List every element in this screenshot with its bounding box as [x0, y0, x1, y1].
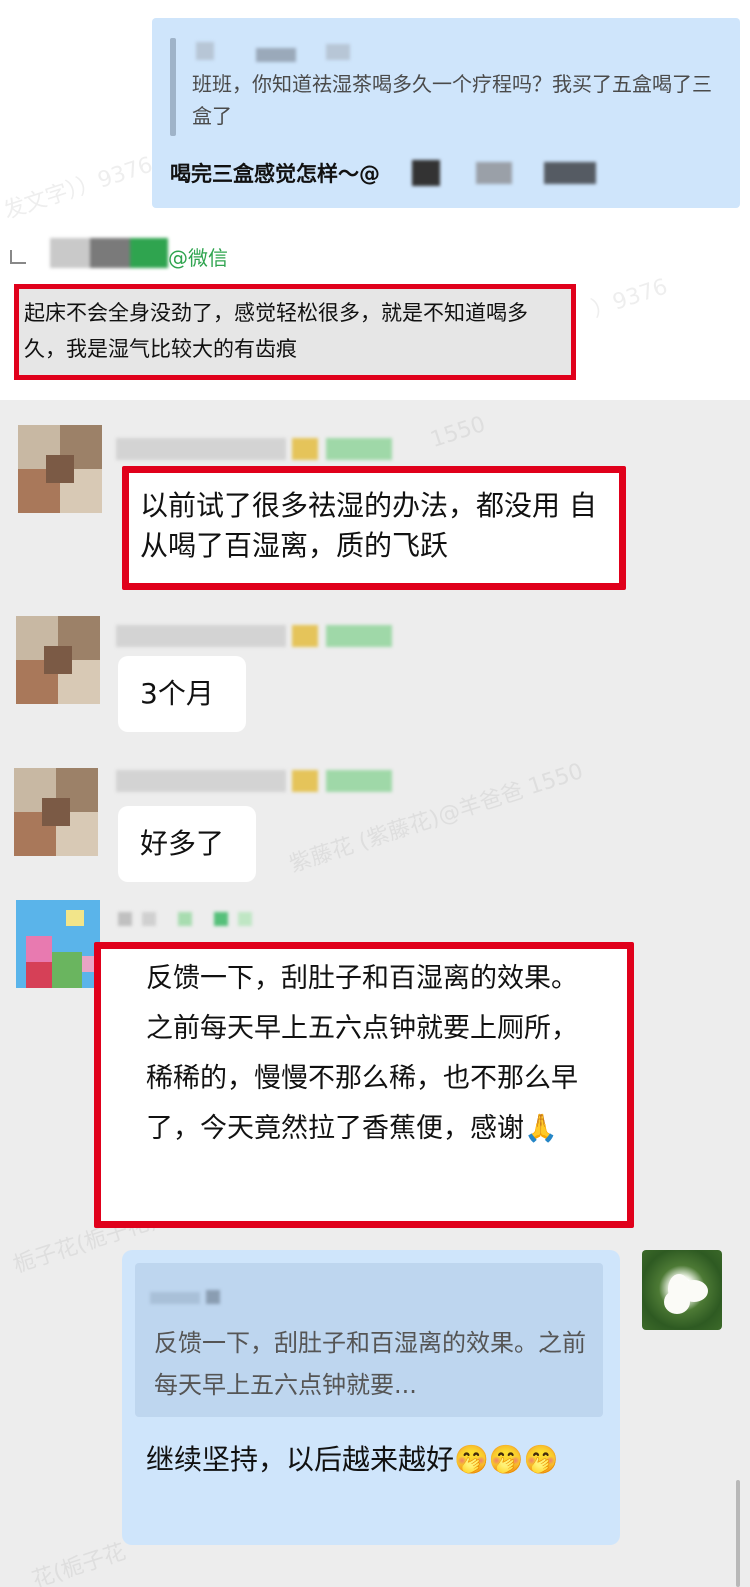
avatar[interactable]	[14, 768, 98, 856]
avatar[interactable]	[16, 900, 100, 988]
reply-corner-icon	[10, 250, 26, 264]
scrollbar[interactable]	[736, 1480, 740, 1587]
message-text: 好多了	[140, 827, 225, 860]
sender-name-blurred	[116, 625, 392, 647]
quoted-sender-name-blurred	[150, 1290, 230, 1306]
wechat-tag: @微信	[168, 246, 228, 270]
own-avatar[interactable]	[642, 1250, 722, 1330]
quote-bar	[170, 38, 176, 136]
sender-name-blurred	[116, 770, 392, 792]
sender-name-blurred	[118, 910, 258, 928]
quoted-sender-name-blurred	[196, 42, 356, 62]
sender-name-blurred	[116, 438, 392, 460]
message-text: 3个月	[140, 677, 214, 710]
avatar[interactable]	[18, 425, 102, 513]
own-reply-text: 继续坚持，以后越来越好🤭🤭🤭	[146, 1443, 559, 1476]
wechat-sender-name-blurred	[50, 238, 168, 268]
avatar[interactable]	[16, 616, 100, 704]
message-text: 反馈一下，刮肚子和百湿离的效果。之前每天早上五六点钟就要上厕所，稀稀的，慢慢不那…	[146, 963, 578, 1144]
mention-reply-text: 喝完三盒感觉怎样～@	[170, 162, 380, 186]
inner-quote-text: 反馈一下，刮肚子和百湿离的效果。之前每天早上五六点钟就要...	[154, 1329, 586, 1399]
quoted-text: 班班，你知道祛湿茶喝多久一个疗程吗？我买了五盒喝了三盒了	[192, 72, 712, 128]
highlighted-reply-text: 起床不会全身没劲了，感觉轻松很多，就是不知道喝多久，我是湿气比较大的有齿痕	[24, 301, 528, 361]
mentioned-name-blurred	[412, 158, 612, 186]
message-text: 以前试了很多祛湿的办法，都没用 自从喝了百湿离，质的飞跃	[140, 489, 597, 562]
